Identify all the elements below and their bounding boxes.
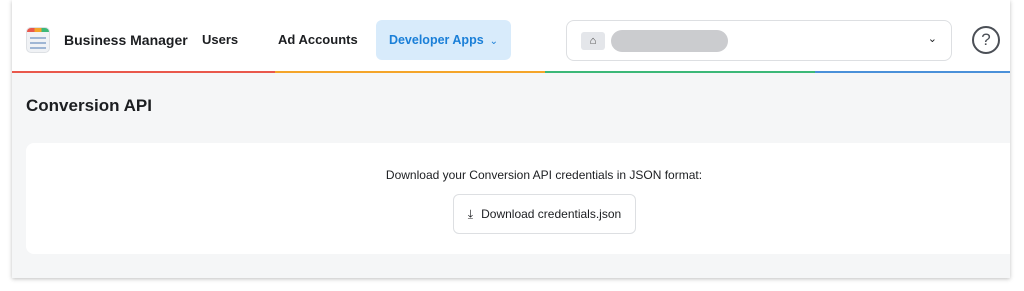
brand-name: Business Manager — [64, 32, 188, 48]
download-description: Download your Conversion API credentials… — [385, 168, 703, 182]
chevron-down-icon: ⌄ — [489, 36, 499, 47]
nav-developer-apps[interactable]: Developer Apps ⌄ — [376, 20, 511, 60]
accent-bar-green — [545, 71, 815, 73]
nav-users[interactable]: Users — [202, 20, 238, 60]
chevron-down-icon: ⌄ — [927, 33, 937, 45]
accent-bar-red — [12, 71, 275, 73]
download-credentials-button[interactable]: ⤓ Download credentials.json — [453, 194, 636, 234]
top-navigation-bar: Business Manager Users Ad Accounts Devel… — [12, 0, 1010, 73]
download-button-label: Download credentials.json — [481, 207, 622, 221]
account-selector[interactable]: ⌂ ⌄ — [566, 20, 952, 61]
brand[interactable]: Business Manager — [26, 27, 188, 53]
help-icon[interactable]: ? — [972, 26, 1000, 54]
accent-bar-blue — [815, 71, 1010, 73]
app-window: Business Manager Users Ad Accounts Devel… — [12, 0, 1010, 278]
store-icon: ⌂ — [581, 32, 605, 50]
nav-ad-accounts[interactable]: Ad Accounts — [278, 20, 358, 60]
accent-bar-orange — [275, 71, 545, 73]
credentials-card: Download your Conversion API credentials… — [26, 143, 1010, 254]
account-name-redacted — [611, 30, 728, 52]
business-manager-logo-icon — [26, 27, 50, 53]
page-title: Conversion API — [26, 96, 152, 115]
nav-developer-apps-label: Developer Apps — [388, 33, 484, 47]
download-icon: ⤓ — [467, 207, 474, 221]
